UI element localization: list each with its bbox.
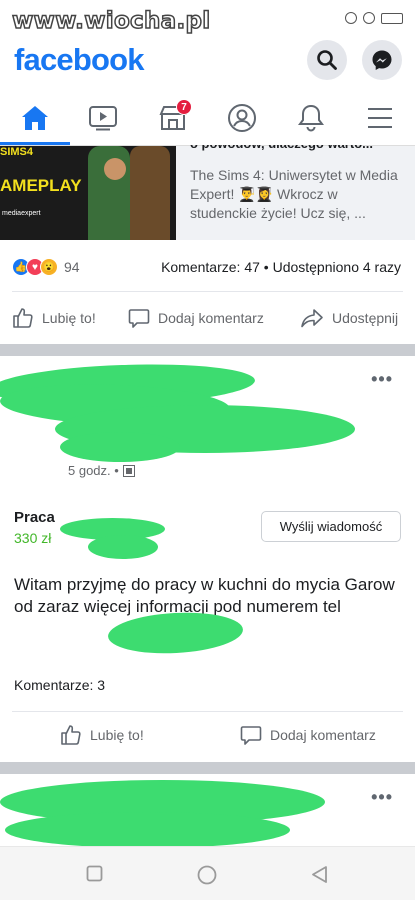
ad-image[interactable]: SIMS4 AMEPLAY mediaexpert [0, 146, 176, 240]
listing-title: Praca [14, 509, 55, 526]
ad-figure-head [104, 158, 126, 180]
more-options-button[interactable]: ••• [371, 369, 393, 390]
search-icon [317, 50, 337, 70]
ad-image-top-text: SIMS4 [0, 146, 34, 158]
comment-label: Dodaj komentarz [270, 727, 376, 743]
like-button[interactable]: Lubię to! [12, 294, 96, 342]
share-button[interactable]: Udostępnij [300, 294, 398, 342]
post-actions: Lubię to! Dodaj komentarz [0, 711, 415, 759]
tab-notifications[interactable] [281, 90, 341, 146]
tab-home[interactable] [5, 90, 65, 146]
home-circle-icon[interactable] [197, 865, 217, 885]
alarm-icon [345, 12, 357, 24]
watermark: www.wiocha.pl [11, 7, 211, 35]
post-separator [0, 344, 415, 356]
like-label: Lubię to! [42, 310, 96, 326]
send-message-button[interactable]: Wyślij wiadomość [261, 511, 401, 542]
menu-icon [368, 108, 392, 128]
censor-blob [5, 812, 290, 848]
like-button[interactable]: Lubię to! [60, 711, 144, 759]
comments-shares-count[interactable]: Komentarze: 47 • Udostępniono 4 razy [161, 259, 401, 275]
post-separator [0, 762, 415, 774]
notification-badge: 7 [176, 99, 192, 115]
watch-icon [89, 106, 117, 131]
comment-icon [128, 309, 150, 328]
bell-icon [298, 104, 324, 132]
status-bar: www.wiocha.pl [0, 0, 415, 36]
main-nav: 7 [0, 90, 415, 146]
profile-icon [228, 104, 256, 132]
battery-icon [381, 12, 403, 24]
home-icon [22, 106, 48, 130]
listing-price: 330 zł [14, 530, 52, 546]
post-body-text: Witam przyjmę do pracy w kuchni do mycia… [14, 575, 395, 616]
censor-blob [88, 535, 158, 559]
tab-menu[interactable] [350, 90, 410, 146]
messenger-button[interactable] [362, 40, 402, 80]
comment-button[interactable]: Dodaj komentarz [240, 711, 376, 759]
system-navigation-bar [0, 846, 415, 900]
more-options-button[interactable]: ••• [371, 787, 393, 808]
comment-button[interactable]: Dodaj komentarz [128, 294, 264, 342]
active-tab-indicator [0, 142, 70, 145]
comment-label: Dodaj komentarz [158, 310, 264, 326]
recent-apps-icon[interactable] [86, 865, 103, 882]
messenger-icon [372, 50, 392, 70]
tab-profile[interactable] [212, 90, 272, 146]
timestamp-text: 5 godz. • [68, 463, 119, 478]
tab-watch[interactable] [73, 90, 133, 146]
comment-icon [240, 726, 262, 745]
ad-image-title: AMEPLAY [0, 176, 82, 195]
back-icon[interactable] [311, 865, 328, 884]
reaction-count: 94 [64, 259, 80, 275]
reactions-summary[interactable]: 👍 ♥ 😮 94 [12, 257, 80, 277]
post-actions: Lubię to! Dodaj komentarz Udostępnij [0, 294, 415, 342]
ad-description: The Sims 4: Uniwersytet w Media Expert! … [190, 167, 398, 221]
clock-icon [363, 12, 375, 24]
wow-reaction-icon: 😮 [40, 258, 58, 276]
share-label: Udostępnij [332, 310, 399, 326]
thumbs-up-icon [13, 308, 33, 328]
tab-marketplace[interactable]: 7 [143, 90, 203, 146]
app-header: facebook [0, 36, 415, 90]
facebook-logo[interactable]: facebook [14, 42, 145, 78]
like-label: Lubię to! [90, 727, 144, 743]
divider [12, 291, 403, 292]
thumbs-up-icon [61, 725, 81, 745]
share-icon [301, 309, 323, 328]
group-audience-icon [122, 464, 135, 477]
censor-blob [60, 432, 180, 462]
status-icons [345, 12, 403, 24]
ad-image-brand: mediaexpert [2, 210, 41, 217]
ad-figure [130, 146, 170, 240]
search-button[interactable] [307, 40, 347, 80]
comment-count[interactable]: Komentarze: 3 [14, 677, 105, 693]
post-timestamp[interactable]: 5 godz. • [68, 463, 135, 478]
